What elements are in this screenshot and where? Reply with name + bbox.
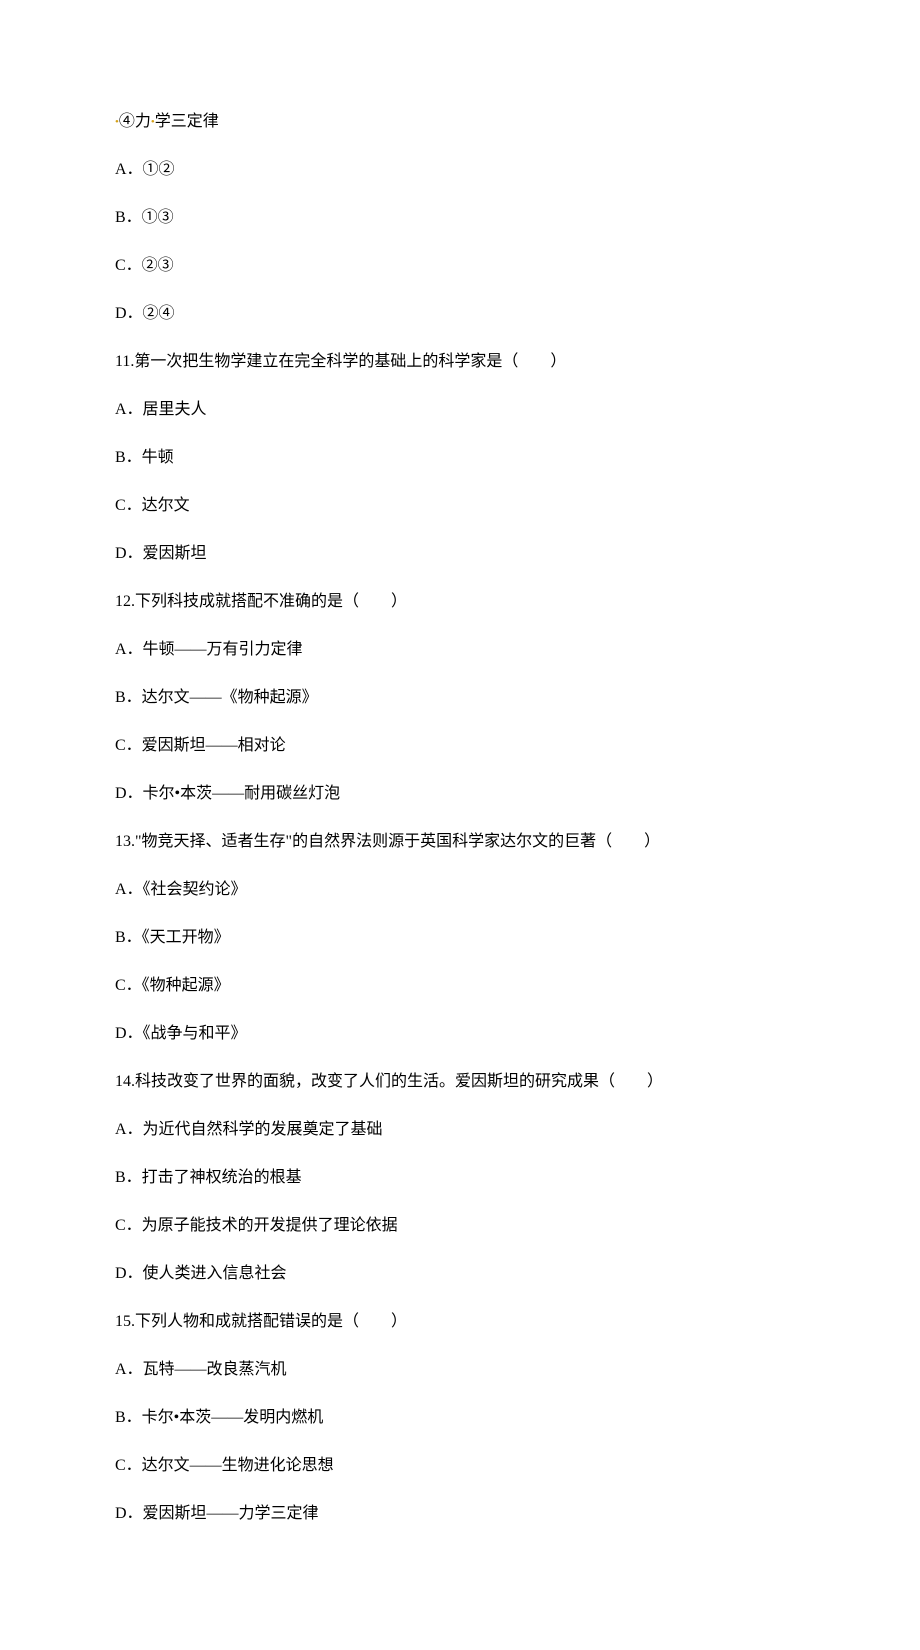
option-a: A．牛顿——万有引力定律 [115, 638, 805, 662]
option-b: B．《天工开物》 [115, 926, 805, 950]
option-a: A．①② [115, 158, 805, 182]
option-d: D．②④ [115, 302, 805, 326]
option-c: C．爱因斯坦——相对论 [115, 734, 805, 758]
option-c: C．为原子能技术的开发提供了理论依据 [115, 1214, 805, 1238]
option-a: A．居里夫人 [115, 398, 805, 422]
question-12: 12.下列科技成就搭配不准确的是（ ） [115, 590, 805, 614]
option-c: C．②③ [115, 254, 805, 278]
question-11: 11.第一次把生物学建立在完全科学的基础上的科学家是（ ） [115, 350, 805, 374]
option-b: B．达尔文——《物种起源》 [115, 686, 805, 710]
option-a: A．瓦特——改良蒸汽机 [115, 1358, 805, 1382]
option-c: C．《物种起源》 [115, 974, 805, 998]
option-d: D．《战争与和平》 [115, 1022, 805, 1046]
text-segment: 学三定律 [155, 113, 219, 130]
question-14: 14.科技改变了世界的面貌，改变了人们的生活。爱因斯坦的研究成果（ ） [115, 1070, 805, 1094]
option-b: B．打击了神权统治的根基 [115, 1166, 805, 1190]
option-b: B．卡尔•本茨——发明内燃机 [115, 1406, 805, 1430]
option-a: A．为近代自然科学的发展奠定了基础 [115, 1118, 805, 1142]
option-d: D．爱因斯坦——力学三定律 [115, 1502, 805, 1526]
option-c: C．达尔文 [115, 494, 805, 518]
question-item-4: •④力•学三定律 [115, 110, 805, 134]
option-d: D．卡尔•本茨——耐用碳丝灯泡 [115, 782, 805, 806]
option-a: A．《社会契约论》 [115, 878, 805, 902]
option-c: C．达尔文——生物进化论思想 [115, 1454, 805, 1478]
option-b: B．①③ [115, 206, 805, 230]
question-15: 15.下列人物和成就搭配错误的是（ ） [115, 1310, 805, 1334]
option-b: B．牛顿 [115, 446, 805, 470]
question-13: 13."物竞天择、适者生存"的自然界法则源于英国科学家达尔文的巨著（ ） [115, 830, 805, 854]
text-segment: ④力 [119, 113, 151, 130]
document-page: •④力•学三定律 A．①② B．①③ C．②③ D．②④ 11.第一次把生物学建… [0, 0, 920, 1650]
option-d: D．爱因斯坦 [115, 542, 805, 566]
option-d: D．使人类进入信息社会 [115, 1262, 805, 1286]
